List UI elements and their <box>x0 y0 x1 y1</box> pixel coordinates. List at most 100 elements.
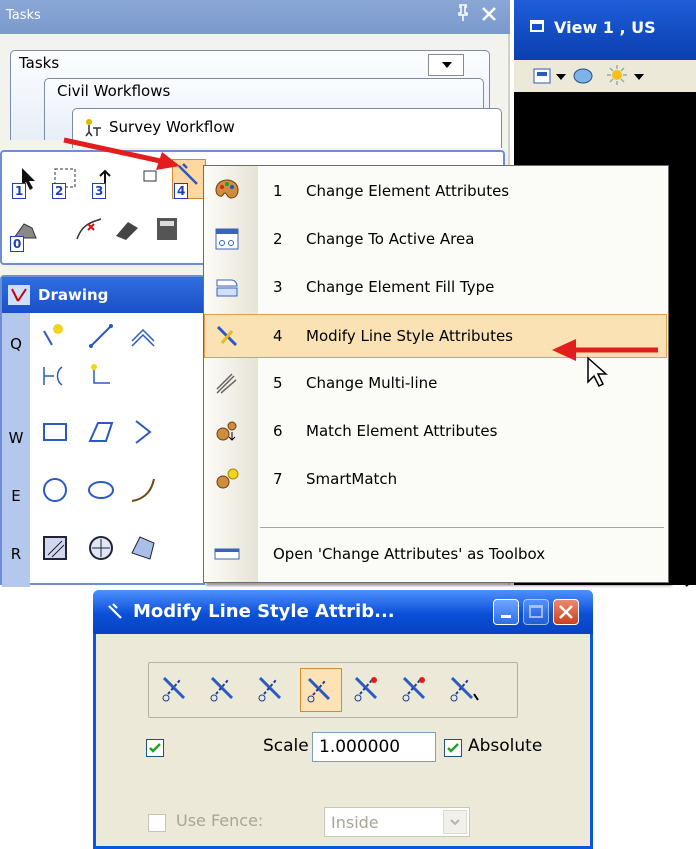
row-label-w: W <box>8 429 24 447</box>
drawing-header[interactable]: Drawing <box>2 277 203 313</box>
window-icon <box>530 20 544 32</box>
menu-item-change-to-active-area[interactable]: 2 Change To Active Area <box>204 217 667 265</box>
tab-tasks-label: Tasks <box>19 54 60 72</box>
smartline-icon[interactable] <box>40 321 70 351</box>
menu-item-change-element-fill-type[interactable]: 3 Change Element Fill Type <box>204 265 667 313</box>
pin-icon[interactable] <box>457 4 469 26</box>
menu-item-number: 6 <box>273 422 283 440</box>
menu-item-label: Change Element Fill Type <box>306 278 495 296</box>
tool-number-1: 1 <box>12 183 27 199</box>
crosshatch-icon[interactable] <box>86 533 116 563</box>
maximize-icon <box>529 605 543 618</box>
red-arrow-left <box>63 137 180 170</box>
mode-5-icon[interactable] <box>348 668 390 712</box>
menu-item-open-toolbox[interactable]: Open 'Change Attributes' as Toolbox <box>204 532 667 580</box>
palette-icon <box>214 178 240 204</box>
dialog-title: Modify Line Style Attrib... <box>133 601 395 622</box>
ellipse-icon[interactable] <box>86 475 116 505</box>
menu-item-number: 5 <box>273 374 283 392</box>
view-toolbar <box>514 60 696 92</box>
row-label-r: R <box>10 545 22 563</box>
mouse-cursor-icon <box>587 356 608 388</box>
row-label-e: E <box>11 487 21 505</box>
tool-number-3: 3 <box>92 183 107 199</box>
use-fence-checkbox[interactable] <box>148 814 166 832</box>
trim-tool-icon[interactable] <box>74 214 104 244</box>
absolute-checkbox[interactable] <box>444 739 462 757</box>
edge-arrow-icon <box>676 573 694 587</box>
active-area-icon <box>214 226 240 252</box>
point-icon[interactable] <box>86 361 116 391</box>
menu-item-label: Change Element Attributes <box>306 182 510 200</box>
fill-type-icon <box>214 274 240 300</box>
line-style-icon <box>214 323 240 349</box>
drawing-toolbox: Drawing Q W E R <box>0 275 205 587</box>
multiline-draw-icon[interactable] <box>128 321 158 351</box>
menu-item-number: 4 <box>273 327 283 345</box>
menu-item-smartmatch[interactable]: 7 SmartMatch <box>204 457 667 505</box>
mode-1-icon[interactable] <box>156 668 198 712</box>
fence-mode-value: Inside <box>331 813 379 832</box>
modify-line-style-dialog: Modify Line Style Attrib... Scale 1.0000… <box>93 590 593 849</box>
dialog-close-button[interactable] <box>553 599 579 625</box>
fence-mode-dropdown-button[interactable] <box>443 810 467 834</box>
place-cell-tool-icon[interactable] <box>112 214 142 244</box>
tool-number-0: 0 <box>10 236 25 252</box>
menu-item-number: 1 <box>273 182 283 200</box>
calculator-tool-icon[interactable] <box>152 214 182 244</box>
menu-item-match-element-attributes[interactable]: 6 Match Element Attributes <box>204 409 667 457</box>
mode-4-icon[interactable] <box>300 668 342 712</box>
chevron-down-icon <box>442 62 452 68</box>
view-attributes-icon[interactable] <box>532 66 552 90</box>
hatch-icon[interactable] <box>40 533 70 563</box>
dialog-title-bar[interactable]: Modify Line Style Attrib... <box>93 590 593 634</box>
smartmatch-icon <box>214 466 240 492</box>
menu-item-change-element-attributes[interactable]: 1 Change Element Attributes <box>204 169 667 217</box>
display-style-icon[interactable] <box>572 66 594 90</box>
row-label-q: Q <box>10 335 22 353</box>
left-checkbox[interactable] <box>146 739 164 757</box>
scale-input[interactable]: 1.000000 <box>312 732 436 762</box>
scale-label: Scale <box>263 736 309 756</box>
mode-2-icon[interactable] <box>204 668 246 712</box>
checkmark-icon <box>447 743 459 753</box>
tab-civil-workflows-label: Civil Workflows <box>57 82 171 100</box>
menu-item-open-toolbox-label: Open 'Change Attributes' as Toolbox <box>273 545 546 563</box>
drawing-icon <box>8 285 30 309</box>
minimize-icon <box>501 615 511 618</box>
absolute-label: Absolute <box>468 736 543 756</box>
dialog-app-icon <box>105 602 125 626</box>
menu-item-label: Change Multi-line <box>306 374 438 392</box>
view-title-bar[interactable]: View 1 , US <box>514 0 696 60</box>
perpendicular-icon[interactable] <box>40 361 70 391</box>
polygon-icon[interactable] <box>86 417 116 447</box>
circle-icon[interactable] <box>40 475 70 505</box>
chevron-down-icon <box>450 819 460 826</box>
fence-mode-select[interactable]: Inside <box>324 807 470 837</box>
pattern-icon[interactable] <box>128 533 158 563</box>
scale-input-value: 1.000000 <box>319 737 401 757</box>
menu-item-number: 3 <box>273 278 283 296</box>
view-title: View 1 , US <box>554 18 656 37</box>
shape-icon[interactable] <box>128 417 158 447</box>
match-attributes-icon <box>214 418 240 444</box>
chevron-down-icon[interactable] <box>556 74 566 80</box>
minimize-button[interactable] <box>493 599 519 625</box>
rectangle-icon[interactable] <box>40 417 70 447</box>
drawing-header-label: Drawing <box>38 286 109 304</box>
lighting-icon[interactable] <box>606 64 628 90</box>
tasks-title-bar[interactable]: Tasks <box>0 0 510 34</box>
line-icon[interactable] <box>86 321 116 351</box>
close-icon[interactable] <box>481 6 497 26</box>
maximize-button[interactable] <box>523 599 549 625</box>
checkmark-icon <box>149 743 161 753</box>
mode-6-icon[interactable] <box>396 668 438 712</box>
tasks-dropdown-button[interactable] <box>428 54 464 76</box>
arc-icon[interactable] <box>128 475 158 505</box>
toolbox-icon <box>214 541 240 567</box>
mode-3-icon[interactable] <box>252 668 294 712</box>
menu-item-label: Change To Active Area <box>306 230 475 248</box>
chevron-down-icon[interactable] <box>634 74 644 80</box>
mode-7-icon[interactable] <box>444 668 486 712</box>
menu-separator <box>260 527 664 528</box>
